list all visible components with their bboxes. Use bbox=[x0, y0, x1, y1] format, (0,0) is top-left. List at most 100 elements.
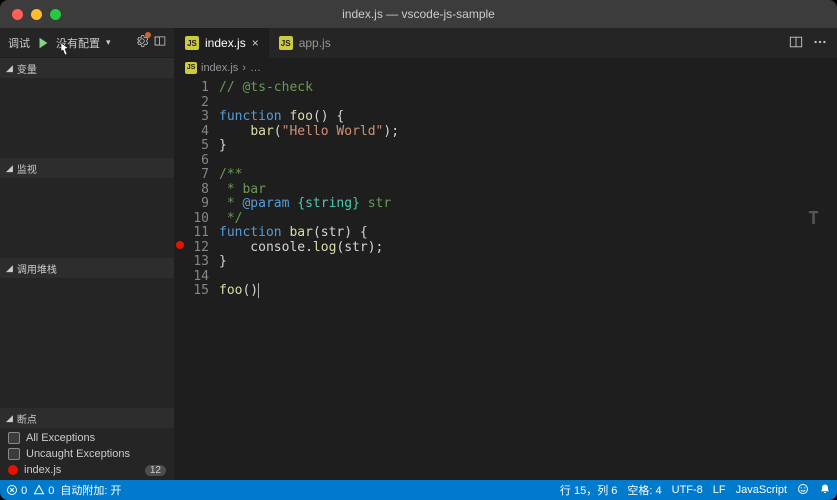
line-number: 5 bbox=[185, 139, 209, 154]
breakpoint-label: Uncaught Exceptions bbox=[26, 448, 130, 460]
breadcrumb-file: index.js bbox=[201, 62, 238, 74]
breakpoint-line-badge: 12 bbox=[145, 465, 166, 476]
minimap-indicator: T bbox=[808, 212, 819, 227]
code-line[interactable]: console.log(str); bbox=[219, 241, 837, 256]
debug-section-label: 调试 bbox=[8, 35, 30, 51]
line-number: 15 bbox=[185, 284, 209, 299]
status-encoding[interactable]: UTF-8 bbox=[672, 484, 703, 496]
variables-panel-label: 变量 bbox=[17, 61, 37, 76]
code-line[interactable]: * @param {string} str bbox=[219, 197, 837, 212]
line-number: 4 bbox=[185, 125, 209, 140]
code-line[interactable] bbox=[219, 154, 837, 169]
more-actions-button[interactable] bbox=[813, 35, 827, 52]
code-line[interactable]: * bar bbox=[219, 183, 837, 198]
line-number: 9 bbox=[185, 197, 209, 212]
window-close-button[interactable] bbox=[12, 9, 23, 20]
chevron-down-icon[interactable]: ▾ bbox=[106, 37, 111, 48]
line-number: 6 bbox=[185, 154, 209, 169]
callstack-panel-body bbox=[0, 278, 174, 408]
start-debug-button[interactable] bbox=[36, 36, 50, 50]
debug-sidebar: 调试 没有配置 ▾ ◢ 变量 bbox=[0, 28, 175, 480]
line-number: 7 bbox=[185, 168, 209, 183]
breakpoint-row-file[interactable]: index.js 12 bbox=[0, 462, 174, 478]
breakpoint-dot-icon bbox=[8, 465, 18, 475]
code-line[interactable]: // @ts-check bbox=[219, 81, 837, 96]
feedback-icon[interactable] bbox=[797, 483, 809, 498]
twisty-icon: ◢ bbox=[6, 63, 13, 74]
line-number: 2 bbox=[185, 96, 209, 111]
close-tab-button[interactable]: × bbox=[252, 36, 259, 50]
checkbox[interactable] bbox=[8, 432, 20, 444]
watch-panel-header[interactable]: ◢ 监视 bbox=[0, 158, 174, 178]
code-line[interactable] bbox=[219, 96, 837, 111]
tab-label: app.js bbox=[299, 36, 331, 50]
line-number: 13 bbox=[185, 255, 209, 270]
js-file-icon: JS bbox=[279, 36, 293, 50]
line-number: 10 bbox=[185, 212, 209, 227]
breakpoint-marker[interactable] bbox=[176, 241, 184, 249]
code-line[interactable]: } bbox=[219, 139, 837, 154]
breakpoint-row-all-exceptions[interactable]: All Exceptions bbox=[0, 430, 174, 446]
tab-app-js[interactable]: JS app.js bbox=[269, 28, 341, 58]
code-editor[interactable]: 123456789101112131415 // @ts-checkfuncti… bbox=[175, 78, 837, 480]
variables-panel-body bbox=[0, 78, 174, 158]
status-errors[interactable]: 0 bbox=[6, 484, 27, 497]
js-file-icon: JS bbox=[185, 36, 199, 50]
window-maximize-button[interactable] bbox=[50, 9, 61, 20]
window-title: index.js — vscode-js-sample bbox=[0, 7, 837, 21]
code-line[interactable]: bar("Hello World"); bbox=[219, 125, 837, 140]
debug-config-dropdown[interactable]: 没有配置 bbox=[56, 35, 100, 51]
editor-tabs: JS index.js × JS app.js bbox=[175, 28, 837, 58]
window-minimize-button[interactable] bbox=[31, 9, 42, 20]
breadcrumb-sep: › bbox=[242, 62, 246, 74]
split-editor-button[interactable] bbox=[789, 35, 803, 52]
breakpoint-row-uncaught-exceptions[interactable]: Uncaught Exceptions bbox=[0, 446, 174, 462]
line-number: 8 bbox=[185, 183, 209, 198]
line-number: 11 bbox=[185, 226, 209, 241]
statusbar: 0 0 自动附加: 开 行 15，列 6 空格: 4 UTF-8 LF Java… bbox=[0, 480, 837, 500]
breadcrumb[interactable]: JS index.js › … bbox=[175, 58, 837, 78]
status-eol[interactable]: LF bbox=[713, 484, 726, 496]
breadcrumb-tail: … bbox=[250, 62, 261, 74]
code-line[interactable]: function bar(str) { bbox=[219, 226, 837, 241]
breakpoint-file-label: index.js bbox=[24, 464, 61, 476]
tab-label: index.js bbox=[205, 36, 246, 50]
js-file-icon: JS bbox=[185, 62, 197, 74]
titlebar: index.js — vscode-js-sample bbox=[0, 0, 837, 28]
tab-index-js[interactable]: JS index.js × bbox=[175, 28, 269, 58]
twisty-icon: ◢ bbox=[6, 413, 13, 424]
status-language[interactable]: JavaScript bbox=[736, 484, 787, 496]
code-line[interactable]: foo() bbox=[219, 284, 837, 299]
status-warnings[interactable]: 0 bbox=[33, 484, 54, 497]
code-line[interactable] bbox=[219, 270, 837, 285]
twisty-icon: ◢ bbox=[6, 163, 13, 174]
breakpoints-panel-label: 断点 bbox=[17, 411, 37, 426]
line-number: 12 bbox=[185, 241, 209, 256]
line-number: 3 bbox=[185, 110, 209, 125]
breakpoint-gutter[interactable] bbox=[175, 78, 185, 480]
code-line[interactable]: function foo() { bbox=[219, 110, 837, 125]
status-auto-attach[interactable]: 自动附加: 开 bbox=[60, 482, 121, 498]
debug-toolbar: 调试 没有配置 ▾ bbox=[0, 28, 174, 58]
status-ln-col[interactable]: 行 15，列 6 bbox=[560, 482, 617, 498]
code-line[interactable]: */ bbox=[219, 212, 837, 227]
checkbox[interactable] bbox=[8, 448, 20, 460]
twisty-icon: ◢ bbox=[6, 263, 13, 274]
watch-panel-label: 监视 bbox=[17, 161, 37, 176]
code-area[interactable]: // @ts-check function foo() { bar("Hello … bbox=[219, 78, 837, 480]
status-spaces[interactable]: 空格: 4 bbox=[627, 482, 661, 498]
code-line[interactable]: /** bbox=[219, 168, 837, 183]
line-number: 1 bbox=[185, 81, 209, 96]
callstack-panel-header[interactable]: ◢ 调用堆栈 bbox=[0, 258, 174, 278]
callstack-panel-label: 调用堆栈 bbox=[17, 261, 57, 276]
code-line[interactable]: } bbox=[219, 255, 837, 270]
breakpoint-label: All Exceptions bbox=[26, 432, 95, 444]
bell-icon[interactable] bbox=[819, 483, 831, 498]
breakpoints-panel-header[interactable]: ◢ 断点 bbox=[0, 408, 174, 428]
variables-panel-header[interactable]: ◢ 变量 bbox=[0, 58, 174, 78]
breakpoints-panel-body: All Exceptions Uncaught Exceptions index… bbox=[0, 428, 174, 480]
configure-debug-button[interactable] bbox=[136, 35, 148, 50]
debug-console-button[interactable] bbox=[154, 35, 166, 50]
watch-panel-body bbox=[0, 178, 174, 258]
line-number: 14 bbox=[185, 270, 209, 285]
